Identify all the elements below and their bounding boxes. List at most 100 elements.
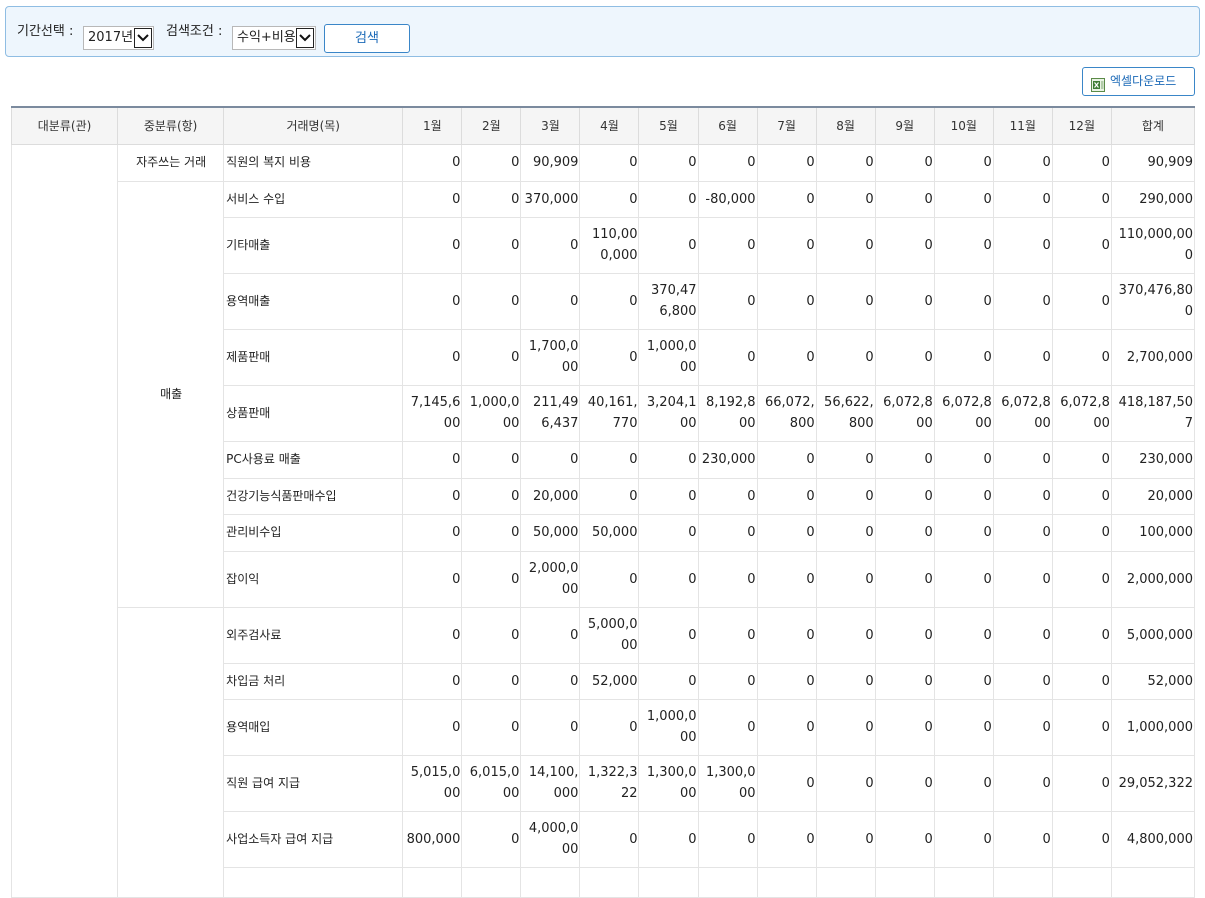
month-value-cell: 0	[815, 606, 876, 664]
month-value-cell: 0	[1051, 754, 1112, 812]
mid-category-cell: 매출	[117, 180, 225, 608]
month-value-cell: 0	[756, 698, 817, 756]
table-body: 자주쓰는 거래 직원의 복지 비용 0 0 90,909 0 0 0 0 0 0 0 0 0 90,909 매…	[10, 143, 1196, 898]
month-value-cell: 0	[992, 328, 1053, 386]
month-value-cell: 0	[815, 328, 876, 386]
month-value-cell: 66,072,800	[756, 384, 817, 442]
month-value-cell: 0	[874, 272, 935, 330]
month-value-cell: 0	[933, 810, 994, 868]
month-value-cell: 0	[815, 440, 876, 479]
total-cell: 90,909	[1110, 143, 1196, 182]
month-value-cell: 50,000	[520, 513, 581, 552]
item-name-cell: 잡이익	[223, 550, 404, 608]
month-value-cell: 0	[402, 550, 463, 608]
month-value-cell: 0	[815, 698, 876, 756]
month-value-cell: 0	[638, 216, 699, 274]
item-name-cell: 차입금 처리	[223, 662, 404, 700]
month-value-cell: 56,622,800	[815, 384, 876, 442]
month-value-cell: 0	[520, 662, 581, 700]
column-header: 중분류(항)	[117, 106, 225, 145]
month-value-cell: 0	[815, 143, 876, 182]
column-header: 9월	[874, 106, 935, 145]
month-value-cell: 0	[1051, 180, 1112, 218]
total-cell: 418,187,507	[1110, 384, 1196, 442]
total-cell: 52,000	[1110, 662, 1196, 700]
month-value-cell: 800,000	[402, 810, 463, 868]
month-value-cell: 0	[697, 550, 758, 608]
search-button[interactable]: 검색	[324, 24, 410, 53]
month-value-cell: 1,300,000	[638, 754, 699, 812]
month-value-cell: 0	[638, 550, 699, 608]
month-value-cell: 0	[992, 754, 1053, 812]
mid-category-cell	[117, 606, 225, 898]
item-name-cell: 건강기능식품판매수입	[223, 477, 404, 515]
month-value-cell: 0	[874, 606, 935, 664]
month-value-cell: 6,072,800	[1051, 384, 1112, 442]
month-value-cell: 0	[402, 513, 463, 552]
month-value-cell: 0	[756, 754, 817, 812]
month-value-cell: 0	[1051, 662, 1112, 700]
chevron-down-icon	[296, 28, 314, 48]
item-name-cell: 용역매입	[223, 698, 404, 756]
month-value-cell	[697, 866, 758, 898]
month-value-cell: 0	[756, 477, 817, 515]
excel-download-button[interactable]: 엑셀다운로드	[1082, 67, 1195, 96]
month-value-cell: 0	[933, 180, 994, 218]
item-name-cell: 사업소득자 급여 지급	[223, 810, 404, 868]
item-name-cell: 제품판매	[223, 328, 404, 386]
month-value-cell: 5,015,000	[402, 754, 463, 812]
month-value-cell: 0	[874, 328, 935, 386]
period-select[interactable]: 2017년	[83, 26, 154, 50]
month-value-cell	[638, 866, 699, 898]
month-value-cell: 0	[461, 328, 522, 386]
column-header: 1월	[402, 106, 463, 145]
column-header: 11월	[992, 106, 1053, 145]
month-value-cell: 0	[402, 477, 463, 515]
month-value-cell: 0	[815, 513, 876, 552]
month-value-cell	[402, 866, 463, 898]
month-value-cell: 0	[697, 606, 758, 664]
month-value-cell	[756, 866, 817, 898]
month-value-cell: 0	[756, 662, 817, 700]
condition-select[interactable]: 수익+비용	[232, 26, 316, 50]
month-value-cell: 90,909	[520, 143, 581, 182]
month-value-cell: 0	[874, 143, 935, 182]
month-value-cell: 211,496,437	[520, 384, 581, 442]
excel-icon	[1091, 75, 1105, 102]
month-value-cell: 0	[815, 662, 876, 700]
month-value-cell: 0	[992, 810, 1053, 868]
month-value-cell: 0	[638, 477, 699, 515]
month-value-cell: 0	[933, 698, 994, 756]
month-value-cell: 0	[874, 477, 935, 515]
month-value-cell: 0	[1051, 272, 1112, 330]
item-name-cell: 직원의 복지 비용	[223, 143, 404, 182]
item-name-cell: PC사용료 매출	[223, 440, 404, 479]
month-value-cell: 0	[638, 810, 699, 868]
month-value-cell: 0	[461, 810, 522, 868]
month-value-cell: 0	[933, 550, 994, 608]
month-value-cell: 0	[1051, 477, 1112, 515]
month-value-cell: 5,000,000	[579, 606, 640, 664]
month-value-cell: 6,072,800	[874, 384, 935, 442]
month-value-cell: 0	[579, 180, 640, 218]
month-value-cell: 370,000	[520, 180, 581, 218]
month-value-cell: 0	[874, 216, 935, 274]
excel-download-label: 엑셀다운로드	[1110, 74, 1177, 88]
month-value-cell: 0	[756, 440, 817, 479]
month-value-cell: 0	[520, 606, 581, 664]
column-header: 4월	[579, 106, 640, 145]
month-value-cell: 0	[1051, 550, 1112, 608]
month-value-cell: 0	[402, 216, 463, 274]
item-name-cell	[223, 866, 404, 898]
table-row: 자주쓰는 거래 직원의 복지 비용 0 0 90,909 0 0 0 0 0 0 0 0 0 90,909	[10, 143, 1196, 898]
month-value-cell: 0	[992, 440, 1053, 479]
column-header: 12월	[1051, 106, 1112, 145]
month-value-cell: 0	[933, 143, 994, 182]
month-value-cell: 0	[756, 143, 817, 182]
month-value-cell: 0	[815, 477, 876, 515]
month-value-cell: 0	[933, 477, 994, 515]
column-header: 대분류(관)	[10, 106, 119, 145]
month-value-cell: 0	[461, 550, 522, 608]
item-name-cell: 관리비수입	[223, 513, 404, 552]
month-value-cell: 20,000	[520, 477, 581, 515]
